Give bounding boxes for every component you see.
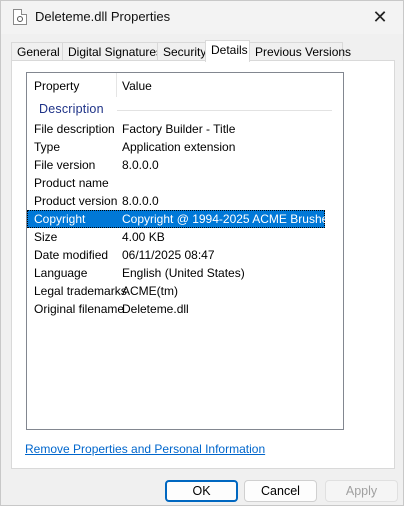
list-header: Property Value (27, 73, 343, 99)
column-divider[interactable] (116, 73, 117, 97)
close-icon: ✕ (372, 6, 388, 27)
tab-security[interactable]: Security (157, 42, 206, 61)
group-label: Description (39, 102, 104, 116)
details-tab-panel: Property Value Description File descript… (11, 60, 395, 469)
dll-file-icon (13, 9, 27, 25)
table-row[interactable]: Product name (27, 174, 325, 192)
tab-general[interactable]: General (11, 42, 63, 61)
apply-button[interactable]: Apply (325, 480, 398, 502)
table-row[interactable]: File version 8.0.0.0 (27, 156, 325, 174)
tab-previous-versions[interactable]: Previous Versions (249, 42, 351, 61)
group-divider (117, 110, 332, 111)
table-row[interactable]: Language English (United States) (27, 264, 325, 282)
table-row[interactable]: File description Factory Builder - Title (27, 120, 325, 138)
remove-properties-link[interactable]: Remove Properties and Personal Informati… (25, 442, 265, 456)
column-header-property[interactable]: Property (34, 79, 79, 93)
table-row[interactable]: Product version 8.0.0.0 (27, 192, 325, 210)
tab-details[interactable]: Details (205, 40, 250, 62)
table-row[interactable]: Type Application extension (27, 138, 325, 156)
tab-digital-signatures[interactable]: Digital Signatures (62, 42, 162, 61)
table-row[interactable]: Size 4.00 KB (27, 228, 325, 246)
table-row[interactable]: Date modified 06/11/2025 08:47 (27, 246, 325, 264)
ok-button[interactable]: OK (165, 480, 238, 502)
close-button[interactable]: ✕ (357, 1, 403, 33)
window-title: Deleteme.dll Properties (35, 9, 171, 24)
column-header-value[interactable]: Value (122, 79, 152, 93)
details-list[interactable]: Property Value Description File descript… (26, 72, 344, 430)
properties-dialog: Deleteme.dll Properties ✕ General Digita… (0, 0, 404, 506)
table-row[interactable]: Legal trademarks ACME(tm) (27, 282, 325, 300)
table-row-selected[interactable]: Copyright Copyright @ 1994-2025 ACME Brus… (27, 210, 334, 228)
table-row[interactable]: Original filename Deleteme.dll (27, 300, 325, 318)
title-bar: Deleteme.dll Properties ✕ (1, 1, 403, 34)
cancel-button[interactable]: Cancel (244, 480, 317, 502)
group-header: Description (39, 102, 104, 120)
